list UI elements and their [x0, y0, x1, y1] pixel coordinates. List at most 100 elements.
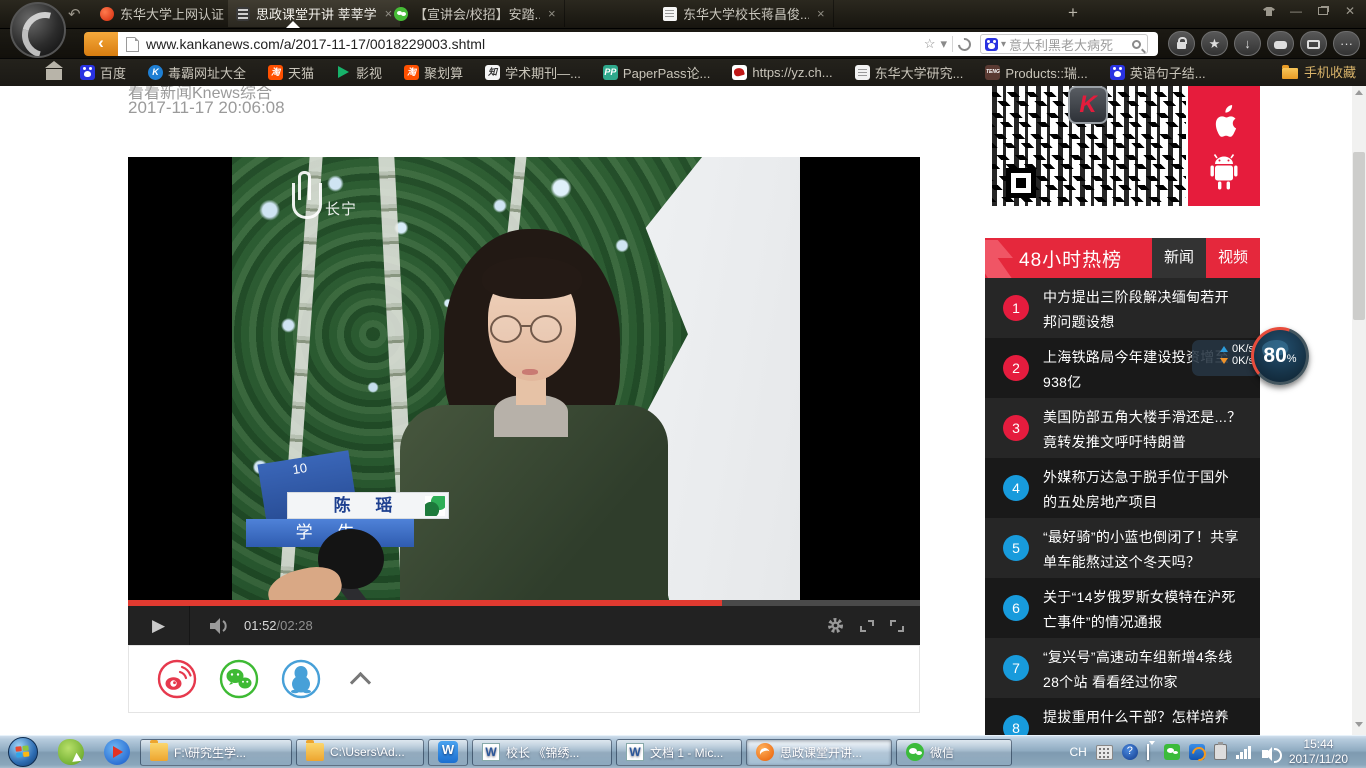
bookmark-tmall[interactable]: 淘天猫	[268, 63, 314, 82]
settings-gear-icon[interactable]	[827, 617, 844, 634]
tab-1[interactable]: 东华大学上网认证 ×	[92, 0, 249, 27]
video-player[interactable]: 长宁 10 陈 瑶 学 生 ▶	[128, 157, 920, 645]
collapse-chevron-icon[interactable]	[351, 673, 373, 685]
favorites-button[interactable]: ★	[1201, 31, 1228, 56]
taskbar-folder1-button[interactable]: F:\研究生学...	[140, 739, 292, 766]
search-input[interactable]: 意大利黑老大病死	[1009, 35, 1129, 54]
search-box[interactable]: ▾ 意大利黑老大病死	[980, 34, 1148, 54]
share-wechat-button[interactable]	[219, 659, 259, 699]
bookmark-juhuasuan[interactable]: 淘聚划算	[404, 63, 463, 82]
video-center-button[interactable]	[1300, 31, 1327, 56]
url-text[interactable]: www.kankanews.com/a/2017-11-17/001822900…	[146, 36, 924, 52]
kankanews-mark-icon	[985, 240, 1013, 278]
bookmark-duba[interactable]: K毒霸网址大全	[148, 63, 246, 82]
taskbar-wechat-button[interactable]: 微信	[896, 739, 1012, 766]
bookmark-star-icon[interactable]: ☆	[924, 36, 936, 52]
network-speed-widget[interactable]: 0K/s 0K/s	[1192, 340, 1260, 376]
lock-button[interactable]	[1168, 31, 1195, 56]
scroll-up-icon[interactable]	[1355, 90, 1363, 95]
star-caret-icon[interactable]: ▾	[940, 36, 947, 52]
nav-back-icon[interactable]: ↶	[68, 5, 81, 23]
hot-item-6[interactable]: 6 关于“14岁俄罗斯女模特在沪死亡事件”的情况通报	[985, 578, 1260, 638]
boost-ball[interactable]: 80%	[1251, 327, 1309, 385]
keyboard-icon[interactable]	[1096, 745, 1113, 760]
help-icon[interactable]: ?	[1122, 744, 1138, 760]
tab-video[interactable]: 视频	[1206, 238, 1260, 278]
apple-icon[interactable]	[1207, 101, 1241, 139]
kankanews-logo-icon: K	[1068, 86, 1108, 124]
hot-item-4[interactable]: 4 外媒称万达急于脱手位于国外的五处房地产项目	[985, 458, 1260, 518]
tab-4[interactable]: 东华大学校长蒋昌俊... ×	[655, 0, 834, 27]
bookmark-english[interactable]: 英语句子结...	[1110, 63, 1206, 82]
browser-logo[interactable]	[10, 2, 66, 58]
bookmark-yz[interactable]: https://yz.ch...	[732, 65, 832, 80]
tab-2-active[interactable]: 思政课堂开讲 莘莘学 ×	[228, 0, 401, 27]
hot-item-3[interactable]: 3 美国防部五角大楼手滑还是...？竟转发推文呼吁特朗普	[985, 398, 1260, 458]
taskbar-word1-button[interactable]: W 校长 《锦绣...	[472, 739, 612, 766]
restore-button[interactable]	[1313, 4, 1333, 20]
search-icon[interactable]	[1132, 40, 1141, 49]
sogou-tray-icon[interactable]	[1189, 744, 1205, 760]
close-window-button[interactable]: ✕	[1340, 4, 1360, 20]
wechat-tray-icon[interactable]	[1164, 744, 1180, 760]
scrollbar-thumb[interactable]	[1353, 152, 1365, 320]
language-indicator[interactable]: CH	[1069, 745, 1086, 759]
minimize-button[interactable]: —	[1286, 4, 1306, 20]
play-button[interactable]: ▶	[128, 606, 190, 645]
bookmark-products[interactable]: TENGProducts::瑞...	[985, 63, 1087, 82]
glasses-lens	[530, 315, 562, 343]
clipboard-tray-icon[interactable]	[1214, 744, 1227, 760]
phone-favorites[interactable]: 手机收藏	[1282, 62, 1356, 81]
close-icon[interactable]: ×	[548, 6, 556, 21]
bookmark-baidu[interactable]: 百度	[80, 63, 126, 82]
rank-badge: 5	[1003, 535, 1029, 561]
bookmark-video[interactable]: 影视	[336, 63, 382, 82]
bookmark-journal[interactable]: 知学术期刊—...	[485, 63, 581, 82]
scroll-down-icon[interactable]	[1355, 722, 1363, 727]
taskbar-word2-button[interactable]: W 文档 1 - Mic...	[616, 739, 742, 766]
tab-3[interactable]: 【宣讲会/校招】安踏... ×	[386, 0, 565, 27]
wechat-icon	[906, 743, 924, 761]
bookmark-dhu[interactable]: 东华大学研究...	[855, 63, 964, 82]
network-signal-icon[interactable]	[1236, 745, 1253, 759]
hot-list-header: 48小时热榜 新闻 视频	[985, 238, 1260, 278]
taskbar-wps-button[interactable]: W	[428, 739, 468, 766]
download-button[interactable]: ↓	[1234, 31, 1261, 56]
fullscreen-icon[interactable]	[890, 620, 904, 632]
start-button[interactable]	[8, 737, 38, 767]
volume-icon[interactable]	[210, 618, 230, 634]
hidden-icons-toggle[interactable]	[1147, 745, 1155, 759]
refresh-icon[interactable]	[955, 35, 973, 53]
rank-badge: 2	[1003, 355, 1029, 381]
home-icon[interactable]	[46, 69, 62, 80]
games-button[interactable]	[1267, 31, 1294, 56]
hot-item-5[interactable]: 5 “最好骑”的小蓝也倒闭了！共享单车能熬过这个冬天吗？	[985, 518, 1260, 578]
close-icon[interactable]: ×	[817, 6, 825, 21]
new-tab-button[interactable]: +	[1060, 2, 1086, 24]
hot-item-1[interactable]: 1 中方提出三阶段解决缅甸若开邦问题设想	[985, 278, 1260, 338]
speaker-icon[interactable]	[1262, 750, 1268, 758]
app-download-card: K	[985, 86, 1260, 206]
theater-mode-icon[interactable]	[860, 620, 874, 632]
share-weibo-button[interactable]	[157, 659, 197, 699]
url-field[interactable]: www.kankanews.com/a/2017-11-17/001822900…	[118, 32, 1158, 56]
share-qq-button[interactable]	[281, 659, 321, 699]
taskbar-folder2-button[interactable]: C:\Users\Ad...	[296, 739, 424, 766]
qr-finder	[1006, 168, 1036, 198]
back-button[interactable]: ‹	[84, 32, 118, 56]
hot-item-8[interactable]: 8 提拔重用什么干部？怎样培养	[985, 698, 1260, 735]
tab-news[interactable]: 新闻	[1152, 238, 1206, 278]
android-icon[interactable]	[1206, 152, 1242, 192]
skin-button[interactable]	[1259, 4, 1279, 20]
hot-item-7[interactable]: 7 “复兴号”高速动车组新增4条线28个站 看看经过你家	[985, 638, 1260, 698]
skin-icon	[1263, 7, 1275, 16]
engine-caret-icon[interactable]: ▾	[1001, 39, 1006, 50]
download-arrow-icon	[1220, 358, 1228, 364]
coreldraw-icon[interactable]	[58, 739, 84, 765]
more-button[interactable]: ···	[1333, 31, 1360, 56]
search-engine-icon[interactable]	[985, 38, 998, 51]
media-player-icon[interactable]	[104, 739, 130, 765]
clock[interactable]: 15:44 2017/11/20	[1277, 737, 1358, 767]
bookmark-paperpass[interactable]: PPPaperPass论...	[603, 63, 710, 82]
taskbar-browser-button[interactable]: 思政课堂开讲...	[746, 739, 892, 766]
